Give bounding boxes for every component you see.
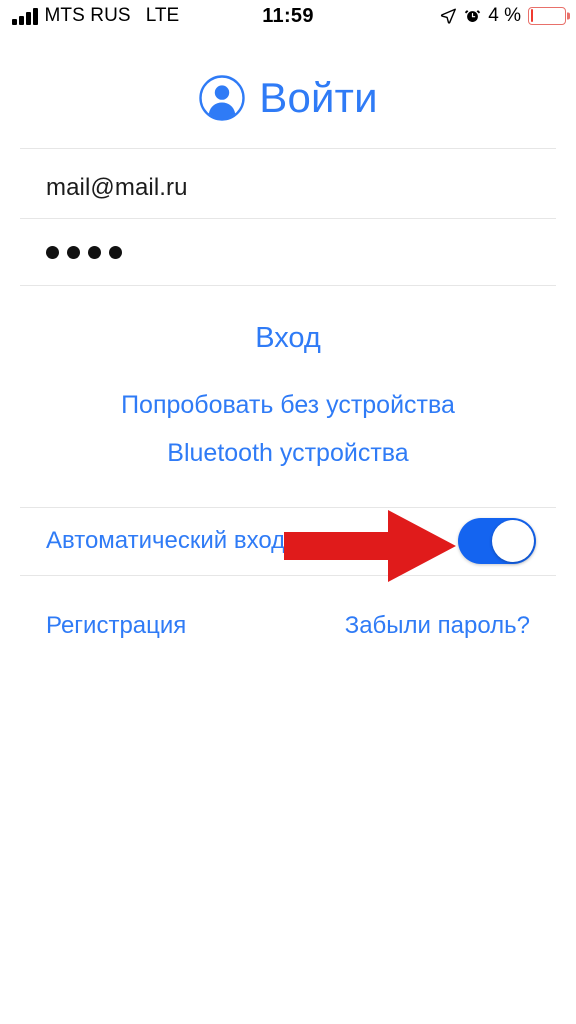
auto-login-row[interactable]: Автоматический вход xyxy=(0,507,576,575)
password-field-value[interactable] xyxy=(46,245,122,259)
auto-login-toggle-knob xyxy=(492,520,534,562)
page-header: Войти xyxy=(0,62,576,134)
password-field[interactable] xyxy=(46,232,536,272)
email-field-value[interactable]: mail@mail.ru xyxy=(46,173,188,203)
login-button[interactable]: Вход xyxy=(0,320,576,356)
page-title: Войти xyxy=(259,74,378,121)
separator-top xyxy=(20,148,556,149)
email-field[interactable]: mail@mail.ru xyxy=(46,168,536,208)
battery-percent-label: 4 % xyxy=(488,5,521,26)
separator-password xyxy=(20,285,556,286)
alarm-clock-icon xyxy=(465,10,481,22)
separator-email xyxy=(20,218,556,219)
bluetooth-devices-link[interactable]: Bluetooth устройства xyxy=(0,437,576,469)
forgot-password-link[interactable]: Забыли пароль? xyxy=(345,611,530,641)
try-without-device-link[interactable]: Попробовать без устройства xyxy=(0,389,576,421)
user-circle-icon xyxy=(199,75,245,121)
battery-icon xyxy=(528,6,566,25)
separator-below-toggle xyxy=(20,575,556,576)
status-bar: MTS RUS LTE 11:59 4 % xyxy=(0,0,576,38)
location-arrow-icon xyxy=(441,8,457,24)
status-bar-right: 4 % xyxy=(440,6,566,25)
register-link[interactable]: Регистрация xyxy=(46,611,186,641)
auto-login-label: Автоматический вход xyxy=(46,527,286,554)
auto-login-toggle[interactable] xyxy=(458,518,536,564)
